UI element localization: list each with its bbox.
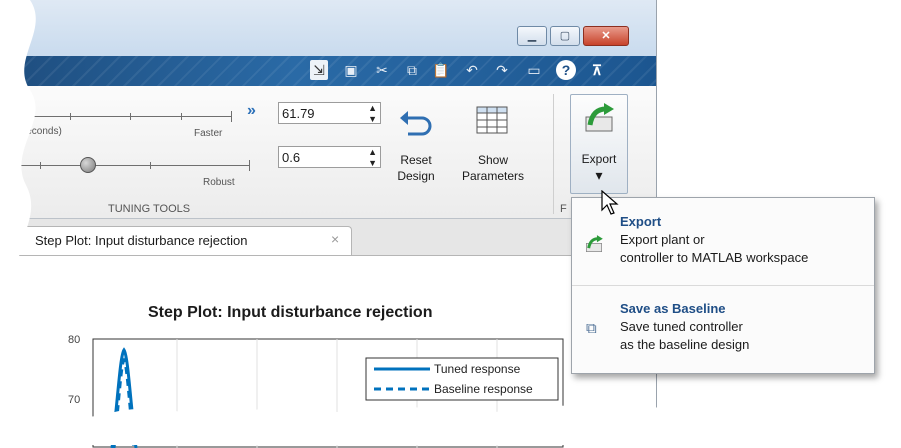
save-icon[interactable]: ▣ (342, 60, 360, 80)
show-parameters-label: Show Parameters (461, 153, 525, 183)
y-tick-label: 80 (68, 334, 81, 346)
redo-icon[interactable]: ↷ (493, 60, 511, 80)
export-label: Export (581, 152, 617, 166)
slider-tick (130, 113, 131, 120)
export-dropdown-arrow-icon[interactable]: ▾ (571, 167, 627, 183)
help-icon[interactable]: ? (556, 60, 576, 80)
slider-tick (249, 160, 250, 171)
mouse-cursor-icon (601, 190, 619, 215)
menu-item-save-as-baseline[interactable]: ⧉ Save as Baseline Save tuned controller… (572, 286, 874, 372)
slider-tick (70, 113, 71, 120)
section-divider (553, 94, 554, 214)
minimize-button[interactable]: ▁ (517, 26, 547, 46)
slider-tick (231, 111, 232, 122)
paste-icon[interactable]: 📋 (432, 60, 450, 80)
minimize-icon: ▁ (527, 30, 537, 42)
export-icon (586, 235, 603, 252)
table-icon (476, 106, 508, 134)
torn-edge-bottom (0, 401, 901, 445)
undock-icon[interactable]: ⇲ (310, 60, 328, 80)
tab-close-icon[interactable]: × (331, 231, 339, 247)
show-parameters-button[interactable]: Show Parameters (448, 98, 538, 194)
export-button[interactable]: Export ▾ (570, 94, 628, 194)
expand-button[interactable]: » (247, 102, 256, 120)
tab-step-plot[interactable]: Step Plot: Input disturbance rejection × (12, 226, 352, 255)
maximize-icon: ▢ (559, 30, 571, 42)
reset-design-button[interactable]: Reset Design (388, 98, 444, 194)
menu-export-desc: Export plant or controller to MATLAB work… (620, 232, 809, 265)
section-label: TUNING TOOLS (108, 203, 191, 215)
response-time-field[interactable]: 61.79 ▲ ▼ (278, 102, 381, 124)
undo-icon[interactable]: ↶ (463, 60, 481, 80)
response-time-value: 61.79 (282, 106, 315, 121)
close-button[interactable]: ✕ (583, 26, 629, 46)
slider-right-label: Faster (194, 128, 223, 139)
cut-icon[interactable]: ✂ (373, 60, 391, 80)
slider-tick (150, 162, 151, 169)
export-icon (585, 103, 614, 132)
torn-edge-left (0, 0, 36, 445)
transient-behavior-field[interactable]: 0.6 ▲ ▼ (278, 146, 381, 168)
legend-tuned-label: Tuned response (434, 362, 521, 376)
plot-title: Step Plot: Input disturbance rejection (148, 304, 433, 321)
app-window: ▁ ▢ ✕ ⇲ ▣ ✂ ⧉ 📋 ↶ ↷ ▭ ? ⊼ ne (seconds) F… (0, 0, 657, 448)
reset-icon (400, 111, 432, 136)
copy-icon: ⧉ (586, 320, 597, 337)
menu-baseline-desc: Save tuned controller as the baseline des… (620, 319, 750, 352)
slider-tick (181, 113, 182, 120)
close-icon: ✕ (601, 30, 611, 42)
transient-behavior-slider-knob[interactable] (80, 157, 96, 173)
export-menu: Export Export plant or controller to MATL… (571, 197, 875, 374)
copy-icon[interactable]: ⧉ (403, 60, 421, 80)
reset-label: Reset Design (397, 153, 435, 183)
menu-baseline-title: Save as Baseline (620, 301, 726, 316)
collapse-ribbon-icon[interactable]: ⊼ (588, 60, 606, 80)
slider-right-label: Robust (203, 177, 235, 188)
section-label: F (560, 203, 567, 215)
transient-behavior-value: 0.6 (282, 150, 301, 165)
spinner-arrows-icon[interactable]: ▲ ▼ (368, 147, 377, 169)
spinner-arrows-icon[interactable]: ▲ ▼ (368, 103, 377, 125)
menu-export-title: Export (620, 214, 662, 229)
window-switch-icon[interactable]: ▭ (525, 60, 543, 80)
tab-label: Step Plot: Input disturbance rejection (35, 233, 248, 248)
maximize-button[interactable]: ▢ (550, 26, 580, 46)
